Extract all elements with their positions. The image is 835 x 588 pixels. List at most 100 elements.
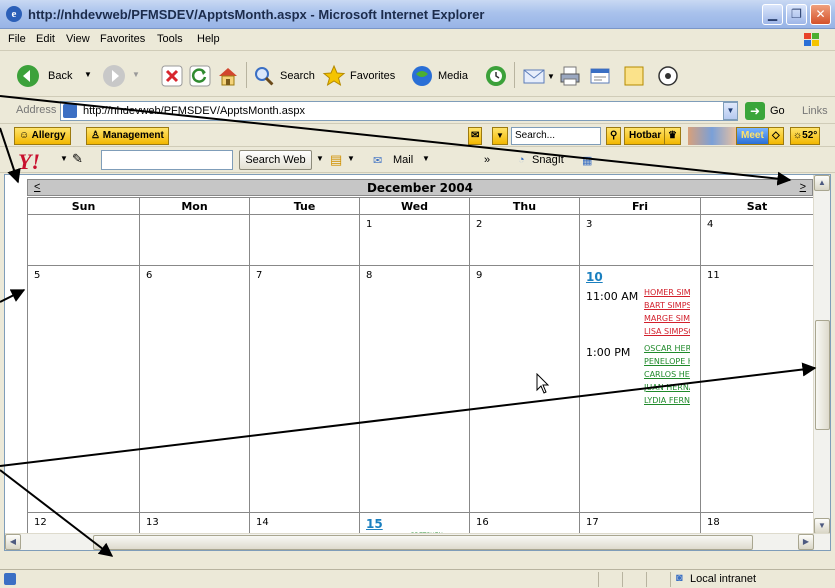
hotbar-dropdown-icon[interactable]: ▼ [492, 127, 508, 145]
patient-link[interactable]: OSCAR HERNANDEZ [644, 344, 690, 353]
go-button[interactable]: Go [770, 105, 785, 117]
forward-dropdown-icon[interactable]: ▼ [132, 70, 140, 79]
page-content[interactable]: < December 2004 > Sun Mon Tue Wed Thu Fr… [4, 174, 831, 551]
calendar-day-cell[interactable]: 3 [579, 214, 701, 266]
mail-icon[interactable] [522, 64, 546, 88]
calendar-day-cell[interactable]: 5 [27, 265, 140, 513]
yahoo-dropdown-icon[interactable]: ▼ [60, 154, 68, 163]
hotbar-search-icon[interactable]: ⚲ [606, 127, 622, 145]
highlight-icon[interactable]: ▤ [330, 152, 342, 168]
history-icon[interactable] [484, 64, 508, 88]
discuss-icon[interactable] [622, 64, 646, 88]
stop-icon[interactable] [160, 64, 184, 88]
address-dropdown-icon[interactable]: ▼ [723, 102, 738, 120]
calendar-day-cell[interactable]: 6 [139, 265, 250, 513]
day-number-link[interactable]: 15 [366, 517, 463, 531]
back-dropdown-icon[interactable]: ▼ [84, 70, 92, 79]
weather-button[interactable]: ☼52° [790, 127, 821, 145]
weekday-sat: Sat [700, 197, 814, 215]
meet-button[interactable]: Meet [736, 127, 769, 145]
snagit-icon[interactable]: ◔ [518, 154, 525, 166]
mail-dropdown-icon[interactable]: ▼ [547, 72, 555, 81]
refresh-icon[interactable] [188, 64, 212, 88]
scroll-right-icon[interactable]: ▶ [798, 534, 814, 550]
horizontal-scrollbar[interactable]: ◀ ▶ [5, 533, 830, 550]
snagit-button[interactable]: SnagIt [532, 154, 564, 166]
scroll-up-icon[interactable]: ▲ [814, 175, 830, 191]
scroll-down-icon[interactable]: ▼ [814, 518, 830, 534]
snagit-window-icon[interactable]: ▦ [582, 154, 592, 167]
address-bar: Address http://nhdevweb/PFMSDEV/ApptsMon… [0, 98, 835, 124]
vertical-scrollbar[interactable]: ▲ ▼ [813, 175, 830, 534]
messenger-icon[interactable] [656, 64, 680, 88]
calendar-day-cell[interactable]: 2 [469, 214, 580, 266]
search-web-dropdown-icon[interactable]: ▼ [316, 154, 324, 163]
day-number: 2 [476, 219, 483, 230]
home-icon[interactable] [216, 64, 240, 88]
ie-app-icon[interactable]: e [6, 6, 22, 22]
media-button[interactable]: Media [410, 62, 476, 90]
patient-link[interactable]: LYDIA FERNANDEZ [644, 396, 690, 405]
next-month-link[interactable]: > [800, 181, 806, 193]
pencil-icon[interactable]: ✎ [72, 151, 83, 167]
day-number-link[interactable]: 10 [586, 270, 694, 284]
patient-link[interactable]: CARLOS HERNANDEZ [644, 370, 690, 379]
links-button[interactable]: Links [802, 105, 828, 117]
menu-file[interactable]: File [8, 33, 26, 45]
yahoo-logo-icon[interactable]: Y! [18, 149, 40, 175]
horizontal-scroll-thumb[interactable] [93, 535, 753, 550]
calendar-grid: Sun Mon Tue Wed Thu Fri Sat 1 2 3 4 5 6 7 8 9 10 1… [27, 197, 814, 550]
day-number: 12 [34, 517, 47, 528]
yahoo-mail-icon[interactable]: ✉ [373, 154, 382, 167]
patient-link[interactable]: BART SIMPSON [644, 301, 690, 310]
calendar-day-cell[interactable]: 10 11:00 AM HOMER SIMPSON BART SIMPSON MARGE… [579, 265, 701, 513]
highlight-dropdown-icon[interactable]: ▼ [347, 154, 355, 163]
yahoo-search-input[interactable] [101, 150, 233, 170]
menu-view[interactable]: View [66, 33, 90, 45]
calendar-day-cell[interactable]: 11 [700, 265, 814, 513]
menu-help[interactable]: Help [197, 33, 220, 45]
search-button[interactable]: Search [252, 62, 318, 90]
yahoo-mail-button[interactable]: Mail [393, 154, 413, 166]
menu-edit[interactable]: Edit [36, 33, 55, 45]
print-icon[interactable] [558, 64, 582, 88]
patient-link[interactable]: PENELOPE HERNANDEZ [644, 357, 690, 366]
hotbar-tag-icon[interactable]: ◇ [768, 127, 784, 145]
crown-icon[interactable]: ♛ [664, 127, 681, 145]
hotbar-mail-icon[interactable]: ✉ [468, 127, 483, 145]
calendar-day-cell[interactable]: 9 [469, 265, 580, 513]
calendar-day-cell[interactable]: 4 [700, 214, 814, 266]
management-button[interactable]: ♙ Management [86, 127, 169, 145]
search-web-button[interactable]: Search Web [239, 150, 312, 170]
calendar-day-cell[interactable]: 7 [249, 265, 360, 513]
calendar-day-cell[interactable] [249, 214, 360, 266]
minimize-button[interactable]: ▁ [762, 4, 783, 25]
patient-link[interactable]: HOMER SIMPSON [644, 288, 690, 297]
patient-link[interactable]: LISA SIMPSON [644, 327, 690, 336]
search-label: Search [280, 70, 315, 82]
calendar-day-cell[interactable] [27, 214, 140, 266]
calendar-day-cell[interactable]: 1 [359, 214, 470, 266]
calendar-day-cell[interactable]: 8 [359, 265, 470, 513]
maximize-button[interactable]: ❐ [786, 4, 807, 25]
patient-link[interactable]: MARGE SIMPSON [644, 314, 690, 323]
allergy-button[interactable]: ☺ Allergy [14, 127, 71, 145]
close-button[interactable]: ✕ [810, 4, 831, 25]
mail-menu-dropdown-icon[interactable]: ▼ [422, 154, 430, 163]
scroll-left-icon[interactable]: ◀ [5, 534, 21, 550]
edit-icon[interactable] [588, 64, 612, 88]
forward-button[interactable]: ▼ [102, 62, 142, 90]
address-input[interactable]: http://nhdevweb/PFMSDEV/ApptsMonth.aspx [60, 101, 738, 121]
hotbar-search-input[interactable]: Search... [511, 127, 601, 145]
title-bar[interactable]: e http://nhdevweb/PFMSDEV/ApptsMonth.asp… [0, 0, 835, 29]
vertical-scroll-thumb[interactable] [815, 320, 830, 430]
hotbar-button[interactable]: Hotbar [624, 127, 667, 145]
back-button[interactable]: Back ▼ [16, 62, 96, 90]
menu-tools[interactable]: Tools [157, 33, 183, 45]
favorites-button[interactable]: Favorites [322, 62, 406, 90]
go-arrow-icon[interactable]: ➜ [745, 102, 765, 120]
more-chevron-icon[interactable]: » [484, 154, 490, 166]
menu-favorites[interactable]: Favorites [100, 33, 145, 45]
calendar-day-cell[interactable] [139, 214, 250, 266]
patient-link[interactable]: JUAN HERNANDEZ [644, 383, 690, 392]
